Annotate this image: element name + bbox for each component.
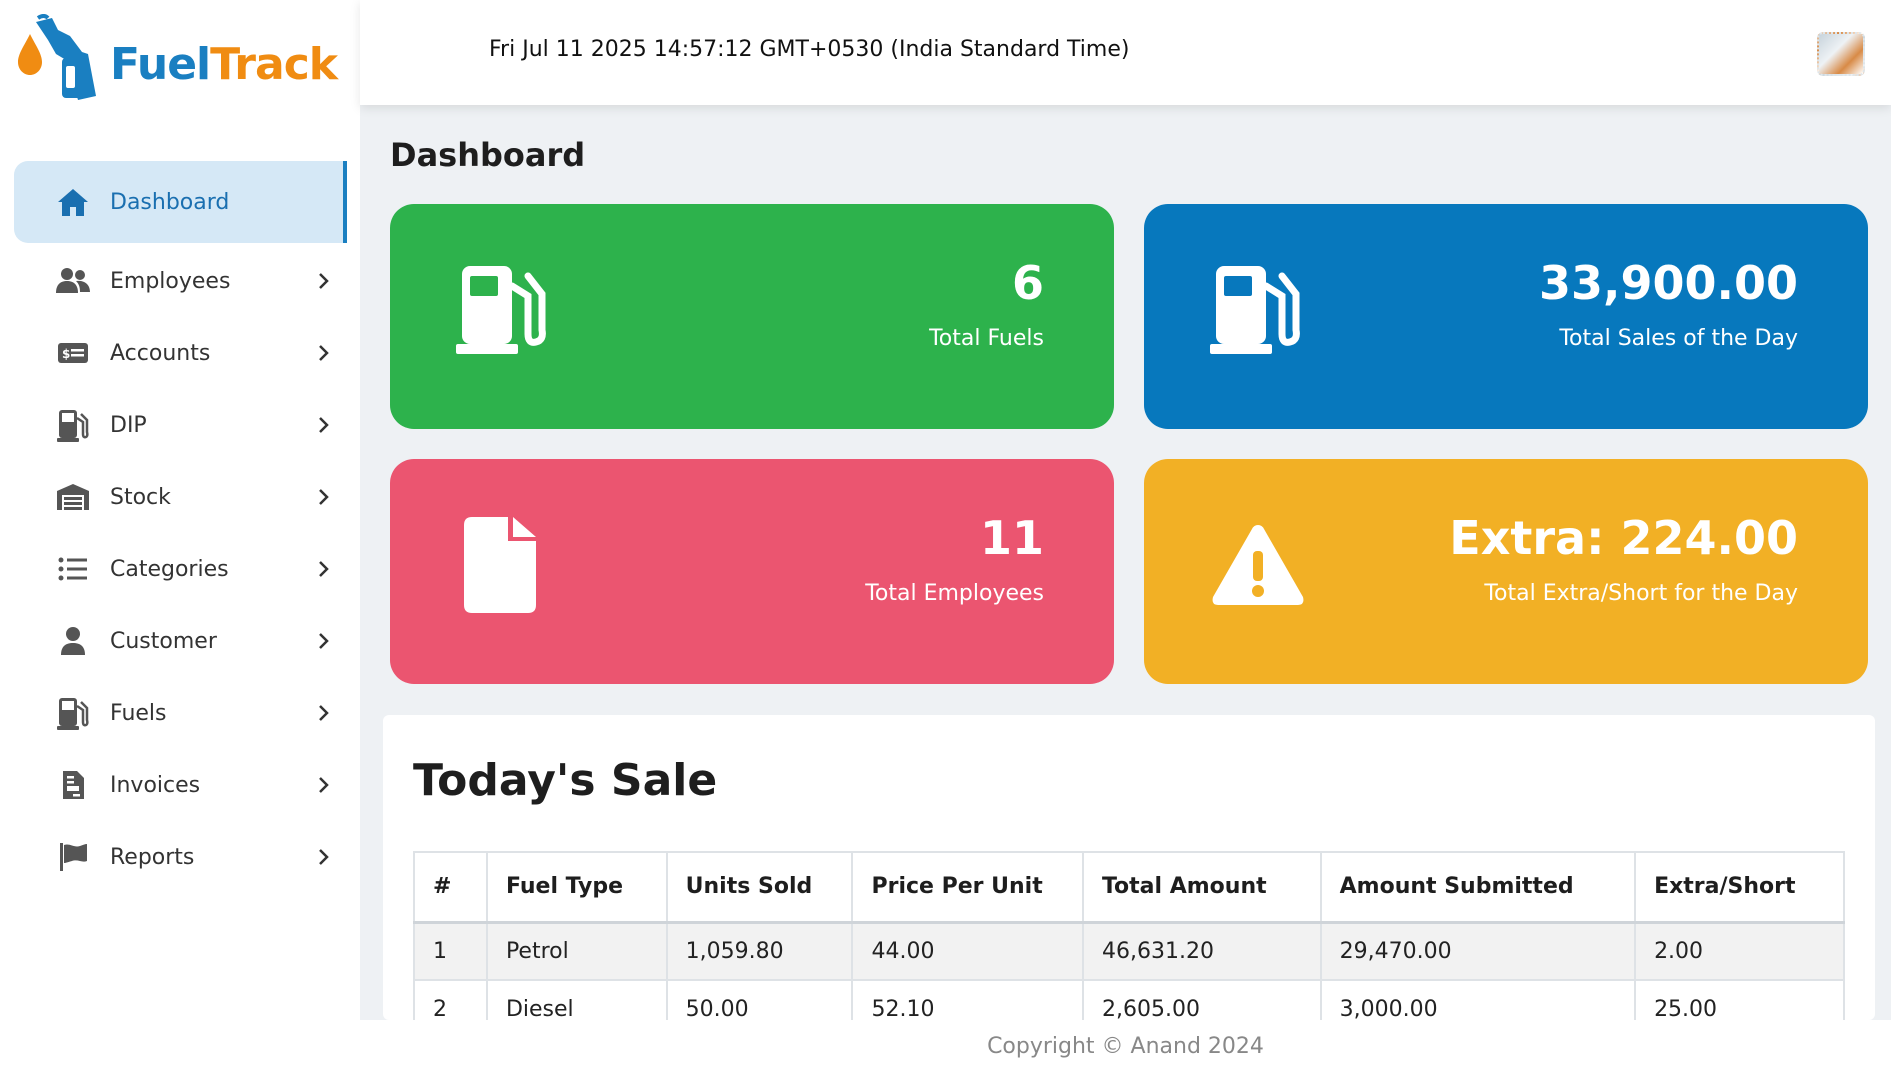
stat-card-total-employees[interactable]: 11 Total Employees — [390, 459, 1114, 684]
chevron-right-icon — [313, 342, 335, 364]
avatar[interactable] — [1817, 32, 1865, 76]
sidebar-item-label: Categories — [110, 556, 229, 582]
table-cell: Petrol — [485, 921, 668, 981]
fuel-nozzle-logo-icon — [12, 14, 112, 114]
sidebar-item-accounts[interactable]: $ Accounts — [14, 317, 347, 389]
table-header-row: # Fuel Type Units Sold Price Per Unit To… — [413, 851, 1845, 924]
card-label: Total Sales of the Day — [1559, 326, 1798, 351]
sidebar-item-stock[interactable]: Stock — [14, 461, 347, 533]
table-cell: 50.00 — [665, 979, 854, 1020]
table-cell: 29,470.00 — [1319, 921, 1637, 981]
card-label: Total Employees — [865, 581, 1044, 606]
sidebar-item-label: Accounts — [110, 340, 211, 366]
gas-pump-icon — [1210, 262, 1306, 358]
topbar: Fri Jul 11 2025 14:57:12 GMT+0530 (India… — [360, 0, 1891, 105]
chevron-right-icon — [313, 774, 335, 796]
card-label: Total Fuels — [929, 326, 1044, 351]
sidebar-nav: Dashboard Employees $ Accounts DIP Stock… — [14, 161, 347, 893]
table-row: 2 Diesel 50.00 52.10 2,605.00 3,000.00 2… — [413, 979, 1845, 1020]
card-label: Total Extra/Short for the Day — [1484, 581, 1798, 606]
chevron-right-icon — [313, 846, 335, 868]
table-row: 1 Petrol 1,059.80 44.00 46,631.20 29,470… — [413, 921, 1845, 981]
logo[interactable]: FuelTrack — [12, 14, 352, 114]
gas-pump-icon — [456, 262, 552, 358]
sidebar-item-employees[interactable]: Employees — [14, 245, 347, 317]
sidebar-item-label: Employees — [110, 268, 231, 294]
file-invoice-icon — [56, 768, 90, 802]
users-icon — [56, 264, 90, 298]
sidebar-item-dashboard[interactable]: Dashboard — [14, 161, 347, 243]
stat-card-total-sales[interactable]: 33,900.00 Total Sales of the Day — [1144, 204, 1868, 429]
sidebar-item-reports[interactable]: Reports — [14, 821, 347, 893]
column-header[interactable]: Extra/Short — [1634, 851, 1845, 924]
warehouse-icon — [56, 480, 90, 514]
sidebar-item-label: Invoices — [110, 772, 201, 798]
page-title: Dashboard — [390, 136, 586, 174]
sidebar-item-label: DIP — [110, 412, 147, 438]
sidebar-item-fuels[interactable]: Fuels — [14, 677, 347, 749]
chevron-right-icon — [313, 630, 335, 652]
table-cell: 2.00 — [1634, 921, 1845, 981]
gas-pump-icon — [56, 408, 90, 442]
gas-pump-icon — [56, 696, 90, 730]
current-datetime: Fri Jul 11 2025 14:57:12 GMT+0530 (India… — [489, 37, 1130, 62]
chevron-right-icon — [313, 702, 335, 724]
sidebar-item-dip[interactable]: DIP — [14, 389, 347, 461]
money-bill-icon: $ — [56, 336, 90, 370]
sidebar-item-invoices[interactable]: Invoices — [14, 749, 347, 821]
column-header[interactable]: # — [413, 851, 488, 924]
table-cell: 46,631.20 — [1081, 921, 1322, 981]
sidebar-item-categories[interactable]: Categories — [14, 533, 347, 605]
home-icon — [56, 185, 90, 219]
table-cell: 44.00 — [851, 921, 1084, 981]
list-icon — [56, 552, 90, 586]
brand-part-fuel: Fuel — [110, 38, 211, 90]
sales-table: # Fuel Type Units Sold Price Per Unit To… — [413, 851, 1845, 1020]
table-cell: Diesel — [485, 979, 668, 1020]
table-cell: 52.10 — [851, 979, 1084, 1020]
sidebar-item-label: Customer — [110, 628, 217, 654]
brand-part-track: Track — [210, 38, 338, 90]
table-cell: 2 — [413, 979, 488, 1020]
chevron-right-icon — [313, 414, 335, 436]
svg-text:$: $ — [62, 347, 70, 361]
chevron-right-icon — [313, 486, 335, 508]
chevron-right-icon — [313, 558, 335, 580]
sidebar: FuelTrack Dashboard Employees $ Accounts — [0, 0, 360, 1079]
table-cell: 2,605.00 — [1081, 979, 1322, 1020]
card-value: Extra: 224.00 — [1449, 511, 1798, 565]
flag-icon — [56, 840, 90, 874]
file-icon — [456, 517, 552, 613]
stat-card-total-fuels[interactable]: 6 Total Fuels — [390, 204, 1114, 429]
section-title: Today's Sale — [413, 755, 718, 806]
stat-card-extra-short[interactable]: Extra: 224.00 Total Extra/Short for the … — [1144, 459, 1868, 684]
footer: Copyright © Anand 2024 — [360, 1020, 1891, 1079]
card-value: 11 — [979, 511, 1044, 565]
warning-icon — [1210, 517, 1306, 613]
table-cell: 3,000.00 — [1319, 979, 1637, 1020]
column-header[interactable]: Units Sold — [665, 851, 854, 924]
table-cell: 1,059.80 — [665, 921, 854, 981]
table-cell: 25.00 — [1634, 979, 1845, 1020]
chevron-right-icon — [313, 270, 335, 292]
card-value: 33,900.00 — [1539, 256, 1798, 310]
sidebar-item-customer[interactable]: Customer — [14, 605, 347, 677]
sidebar-item-label: Reports — [110, 844, 195, 870]
user-icon — [56, 624, 90, 658]
column-header[interactable]: Price Per Unit — [851, 851, 1084, 924]
column-header[interactable]: Amount Submitted — [1319, 851, 1637, 924]
card-value: 6 — [1011, 256, 1044, 310]
sidebar-item-label: Dashboard — [110, 189, 230, 215]
table-cell: 1 — [413, 921, 488, 981]
column-header[interactable]: Fuel Type — [485, 851, 668, 924]
sidebar-item-label: Fuels — [110, 700, 167, 726]
todays-sale-panel: Today's Sale # Fuel Type Units Sold Pric… — [383, 715, 1875, 1020]
brand-name: FuelTrack — [110, 38, 338, 90]
column-header[interactable]: Total Amount — [1081, 851, 1322, 924]
sidebar-item-label: Stock — [110, 484, 171, 510]
